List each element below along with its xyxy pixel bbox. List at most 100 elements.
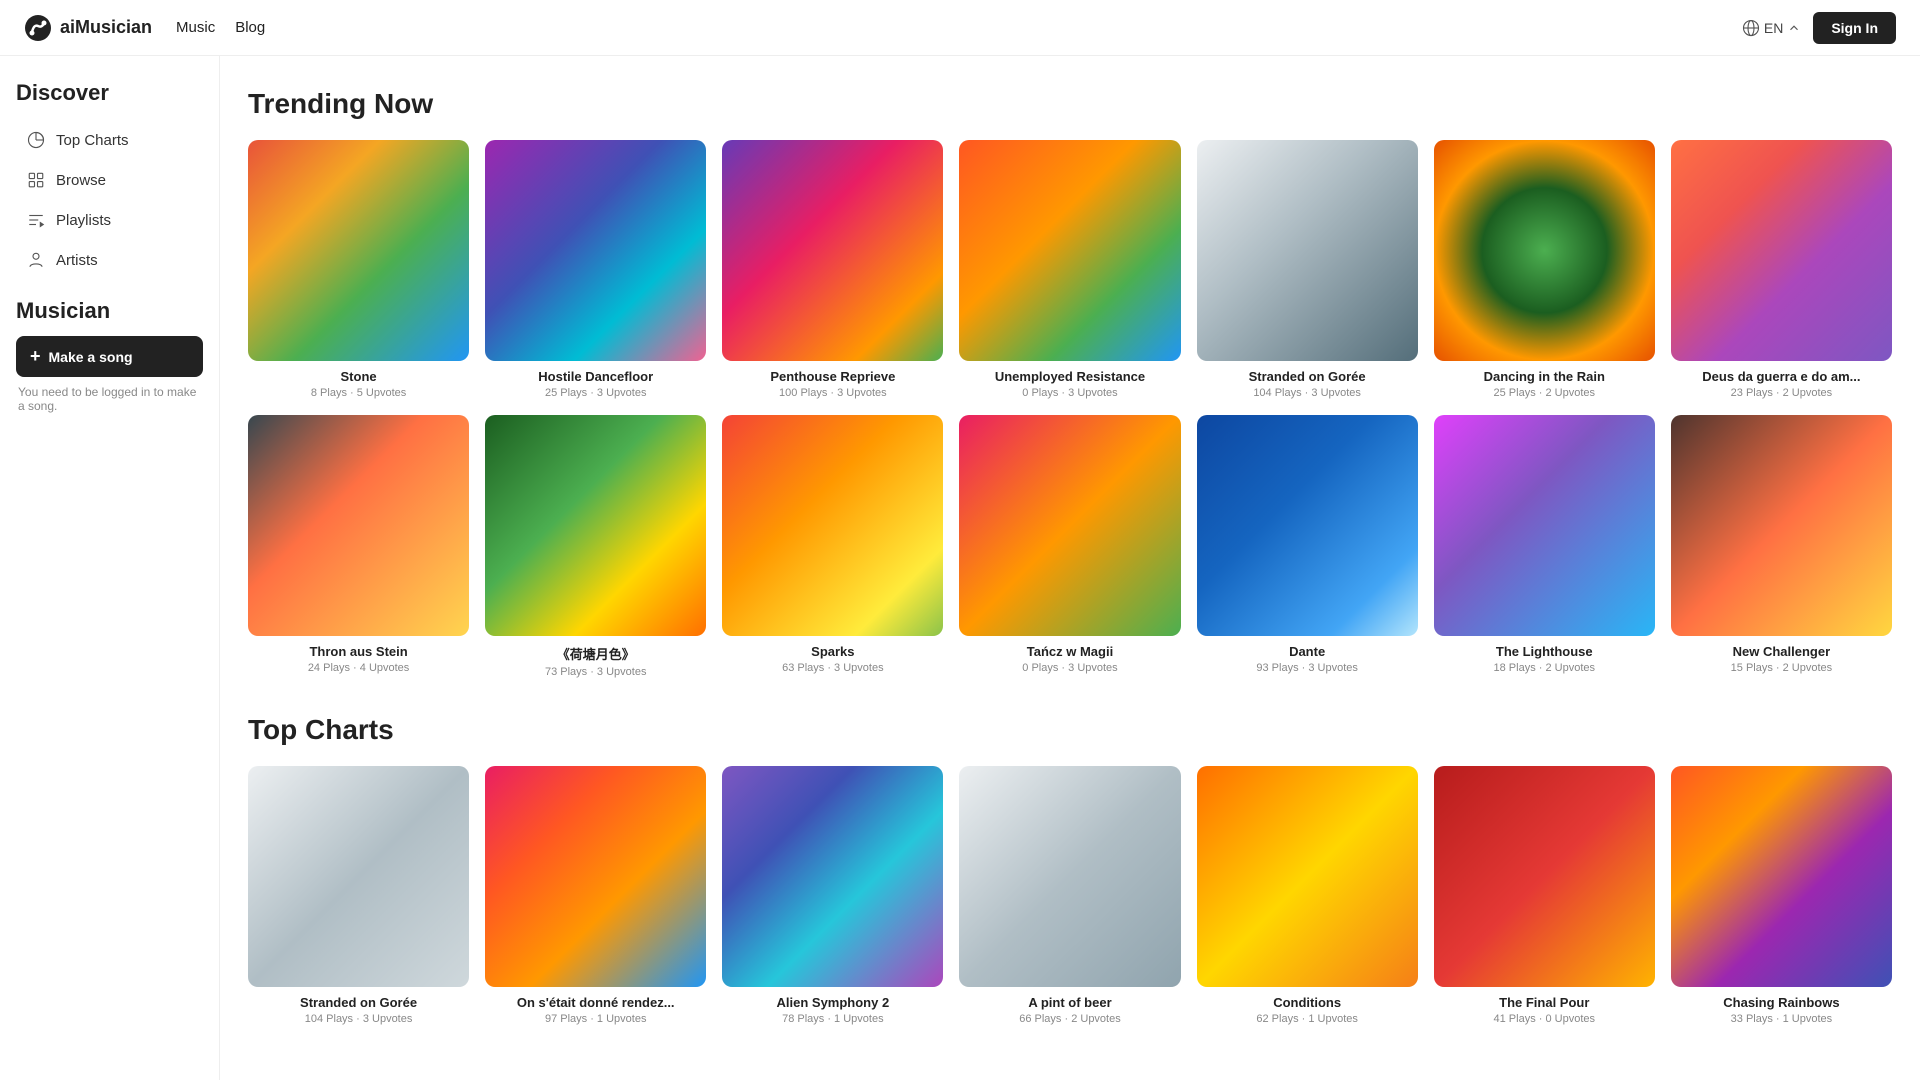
music-card-thumb [248,766,469,987]
music-card-meta: 25 Plays · 3 Upvotes [485,387,706,399]
music-card-meta: 33 Plays · 1 Upvotes [1671,1013,1892,1025]
music-card-meta: 15 Plays · 2 Upvotes [1671,662,1892,674]
music-card-thumb [722,766,943,987]
music-card-name: The Lighthouse [1434,644,1655,659]
music-card[interactable]: Stranded on Gorée 104 Plays · 3 Upvotes [1197,140,1418,399]
music-card[interactable]: Stranded on Gorée104 Plays · 3 Upvotes [248,766,469,1025]
music-card[interactable]: Stone 8 Plays · 5 Upvotes [248,140,469,399]
sidebar-item-top-charts[interactable]: Top Charts [16,122,203,158]
music-card-thumb [959,415,1180,636]
logo[interactable]: aiMusician [24,14,152,42]
make-song-label: Make a song [49,349,133,365]
main-content: Trending Now Stone 8 Plays · 5 Upvotes Hos… [220,56,1920,1080]
music-card-name: Conditions [1197,995,1418,1010]
music-card-name: New Challenger [1671,644,1892,659]
music-card-meta: 63 Plays · 3 Upvotes [722,662,943,674]
sidebar-item-browse[interactable]: Browse [16,162,203,198]
music-card-thumb [959,766,1180,987]
music-card-name: Penthouse Reprieve [722,369,943,384]
music-card-meta: 93 Plays · 3 Upvotes [1197,662,1418,674]
music-card-name: Deus da guerra e do am... [1671,369,1892,384]
music-card[interactable]: Hostile Dancefloor25 Plays · 3 Upvotes [485,140,706,399]
music-card-thumb [722,415,943,636]
language-selector[interactable]: EN [1742,19,1801,37]
sidebar-playlists-label: Playlists [56,212,111,229]
music-card-thumb [1434,415,1655,636]
lang-label: EN [1764,20,1783,36]
music-card[interactable]: Deus da guerra e do am...23 Plays · 2 Up… [1671,140,1892,399]
music-card-thumb [1197,415,1418,636]
music-card-thumb [1434,766,1655,987]
playlist-icon [26,210,46,230]
music-card-thumb [1671,140,1892,361]
nav-blog[interactable]: Blog [235,19,265,36]
music-card-name: The Final Pour [1434,995,1655,1010]
music-card[interactable]: The Lighthouse 18 Plays · 2 Upvotes [1434,415,1655,678]
music-card-name: Tańcz w Magii [959,644,1180,659]
music-card-meta: 8 Plays · 5 Upvotes [248,387,469,399]
music-card-name: A pint of beer [959,995,1180,1010]
music-card[interactable]: Unemployed Resistance0 Plays · 3 Upvotes [959,140,1180,399]
chevron-up-icon [1787,21,1801,35]
music-card[interactable]: Dante93 Plays · 3 Upvotes [1197,415,1418,678]
musician-title: Musician [16,298,203,324]
sidebar-artists-label: Artists [56,252,98,269]
globe-icon [1742,19,1760,37]
music-card-meta: 62 Plays · 1 Upvotes [1197,1013,1418,1025]
music-card[interactable]: Tańcz w Magii0 Plays · 3 Upvotes [959,415,1180,678]
music-card-meta: 100 Plays · 3 Upvotes [722,387,943,399]
header: aiMusician Music Blog EN Sign In [0,0,1920,56]
trending-now-grid: Stone 8 Plays · 5 Upvotes Hostile Danceflo… [248,140,1892,678]
music-card-thumb [1671,766,1892,987]
music-card-thumb [722,140,943,361]
nav-music[interactable]: Music [176,19,215,36]
main-nav: Music Blog [176,19,265,36]
music-card-name: 《荷塘月色》 [485,644,706,663]
header-left: aiMusician Music Blog [24,14,265,42]
trending-now-title: Trending Now [248,88,1892,120]
music-card[interactable]: Penthouse Reprieve 100 Plays · 3 Upvotes [722,140,943,399]
music-card-meta: 78 Plays · 1 Upvotes [722,1013,943,1025]
music-card-thumb [248,140,469,361]
music-card-meta: 73 Plays · 3 Upvotes [485,666,706,678]
music-card-meta: 41 Plays · 0 Upvotes [1434,1013,1655,1025]
music-card[interactable]: Dancing in the Rain25 Plays · 2 Upvotes [1434,140,1655,399]
sidebar-item-playlists[interactable]: Playlists [16,202,203,238]
music-card[interactable]: 《荷塘月色》 73 Plays · 3 Upvotes [485,415,706,678]
music-card-thumb [485,415,706,636]
make-song-button[interactable]: + Make a song [16,336,203,377]
music-card[interactable]: Sparks 63 Plays · 3 Upvotes [722,415,943,678]
music-card-meta: 104 Plays · 3 Upvotes [1197,387,1418,399]
sidebar-browse-label: Browse [56,172,106,189]
header-right: EN Sign In [1742,12,1896,44]
music-card-meta: 18 Plays · 2 Upvotes [1434,662,1655,674]
music-card-thumb [1671,415,1892,636]
sidebar: Discover Top Charts [0,56,220,1080]
music-card[interactable]: Chasing Rainbows33 Plays · 1 Upvotes [1671,766,1892,1025]
music-card-name: Alien Symphony 2 [722,995,943,1010]
music-card-name: Stone [248,369,469,384]
music-card-thumb [1197,140,1418,361]
music-card-meta: 66 Plays · 2 Upvotes [959,1013,1180,1025]
music-card-thumb [959,140,1180,361]
music-card-name: Stranded on Gorée [248,995,469,1010]
music-card-name: Sparks [722,644,943,659]
music-card-name: Stranded on Gorée [1197,369,1418,384]
music-card-name: Thron aus Stein [248,644,469,659]
make-song-hint: You need to be logged in to make a song. [16,385,203,413]
music-card[interactable]: Conditions 62 Plays · 1 Upvotes [1197,766,1418,1025]
sign-in-button[interactable]: Sign In [1813,12,1896,44]
music-card[interactable]: The Final Pour 41 Plays · 0 Upvotes [1434,766,1655,1025]
music-card[interactable]: Alien Symphony 2 78 Plays · 1 Upvotes [722,766,943,1025]
sidebar-item-artists[interactable]: Artists [16,242,203,278]
music-card[interactable]: A pint of beer 66 Plays · 2 Upvotes [959,766,1180,1025]
logo-text: aiMusician [60,17,152,38]
music-card-meta: 24 Plays · 4 Upvotes [248,662,469,674]
chart-icon [26,130,46,150]
music-card[interactable]: Thron aus Stein 24 Plays · 4 Upvotes [248,415,469,678]
sidebar-top-charts-label: Top Charts [56,132,129,149]
music-card-thumb [1197,766,1418,987]
music-card[interactable]: On s'était donné rendez...97 Plays · 1 U… [485,766,706,1025]
music-card[interactable]: New Challenger 15 Plays · 2 Upvotes [1671,415,1892,678]
music-card-meta: 97 Plays · 1 Upvotes [485,1013,706,1025]
